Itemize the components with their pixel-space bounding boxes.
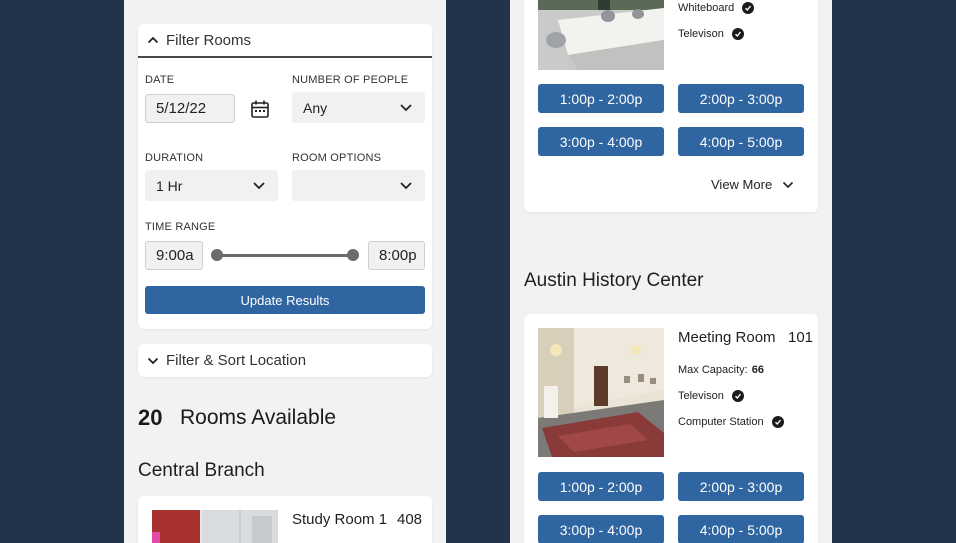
duration-select[interactable]: 1 Hr — [145, 170, 278, 201]
time-end-input[interactable]: 8:00p — [368, 241, 425, 270]
capacity-value: 66 — [751, 364, 764, 376]
amenity-label: Televison — [678, 390, 724, 402]
view-more-button[interactable]: View More — [711, 177, 794, 192]
rooms-count: 20 — [138, 405, 163, 430]
amenity-label: Computer Station — [678, 416, 764, 428]
amenity-label: Televison — [678, 28, 724, 40]
room-card: Study Room 1 408 — [138, 496, 432, 543]
duration-value: 1 Hr — [156, 177, 183, 194]
update-results-button[interactable]: Update Results — [145, 286, 425, 314]
chevron-down-icon[interactable] — [400, 0, 414, 2]
room-title: Study Room 1 — [292, 511, 388, 528]
time-range-start-handle[interactable] — [211, 249, 223, 261]
filter-sort-title: Filter & Sort Location — [166, 352, 307, 369]
time-range-label: TIME RANGE — [145, 221, 216, 233]
room-title: Meeting Room — [678, 329, 776, 346]
max-capacity: Max Capacity: 66 — [678, 364, 764, 376]
room-photo — [152, 510, 278, 543]
people-select[interactable]: Any — [292, 92, 425, 123]
capacity-label: Max Capacity: — [678, 364, 748, 376]
check-circle-icon — [742, 2, 755, 14]
room-card: Whiteboard Televison 1:00p - 2:00p 2:00p… — [524, 0, 818, 212]
room-photo — [538, 328, 664, 457]
time-slot-button[interactable]: 2:00p - 3:00p — [678, 472, 804, 501]
date-label: DATE — [145, 74, 175, 86]
time-end-value: 8:00p — [379, 247, 417, 264]
room-card: Meeting Room 101 Max Capacity: 66 Televi… — [524, 314, 818, 543]
filter-rooms-title: Filter Rooms — [166, 32, 252, 49]
time-slot-button[interactable]: 3:00p - 4:00p — [538, 515, 664, 543]
chevron-down-icon — [783, 181, 794, 188]
room-number: 101 — [788, 329, 814, 346]
room-options-label: ROOM OPTIONS — [292, 152, 382, 164]
time-slot-button[interactable]: 4:00p - 5:00p — [678, 515, 804, 543]
amenity-item: Computer Station — [678, 416, 784, 428]
amenity-item: Televison — [678, 28, 744, 40]
time-range-end-handle[interactable] — [347, 249, 359, 261]
duration-label: DURATION — [145, 152, 204, 164]
amenity-item: Whiteboard — [678, 2, 755, 14]
chevron-up-icon — [147, 36, 159, 44]
time-slot-button[interactable]: 1:00p - 2:00p — [538, 472, 664, 501]
results-panel: Whiteboard Televison 1:00p - 2:00p 2:00p… — [510, 0, 832, 543]
date-value: 5/12/22 — [156, 100, 207, 117]
chevron-down-icon — [400, 181, 412, 189]
time-slot-button[interactable]: 3:00p - 4:00p — [538, 127, 664, 156]
filter-rooms-header[interactable]: Filter Rooms — [138, 24, 432, 58]
calendar-icon[interactable] — [250, 99, 270, 119]
central-branch-heading: Central Branch — [138, 460, 265, 481]
check-circle-icon — [731, 28, 744, 40]
chevron-down-icon — [253, 181, 265, 189]
people-label: NUMBER OF PEOPLE — [292, 74, 409, 86]
amenity-item: Televison — [678, 390, 744, 402]
check-circle-icon — [771, 416, 784, 428]
rooms-available-label: Rooms Available — [180, 406, 337, 429]
amenity-label: Whiteboard — [678, 2, 735, 14]
view-more-label: View More — [711, 177, 773, 192]
filter-sort-location[interactable]: Filter & Sort Location — [138, 344, 432, 377]
chevron-down-icon — [400, 103, 412, 111]
people-value: Any — [303, 99, 328, 116]
room-photo — [538, 0, 664, 70]
time-range-track — [217, 254, 353, 257]
room-options-select[interactable] — [292, 170, 425, 201]
time-slot-button[interactable]: 2:00p - 3:00p — [678, 84, 804, 113]
time-slot-button[interactable]: 1:00p - 2:00p — [538, 84, 664, 113]
filter-panel: Filter Rooms DATE 5/12/22 NUMBER OF PEOP… — [124, 0, 446, 543]
time-start-value: 9:00a — [156, 247, 194, 264]
austin-history-heading: Austin History Center — [524, 270, 704, 291]
room-number: 408 — [397, 511, 423, 528]
filter-rooms-card: Filter Rooms DATE 5/12/22 NUMBER OF PEOP… — [138, 24, 432, 329]
date-input[interactable]: 5/12/22 — [145, 94, 235, 123]
chevron-down-icon — [147, 357, 159, 365]
time-start-input[interactable]: 9:00a — [145, 241, 203, 270]
time-slot-button[interactable]: 4:00p - 5:00p — [678, 127, 804, 156]
check-circle-icon — [731, 390, 744, 402]
